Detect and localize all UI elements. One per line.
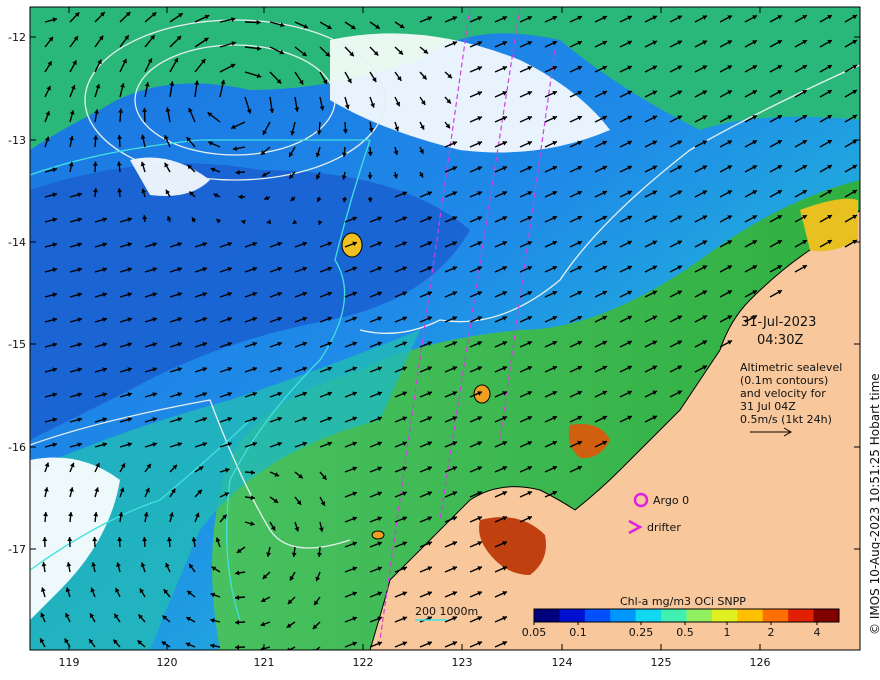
credit-text: © IMOS 10-Aug-2023 10:51:25 Hobart time: [868, 373, 880, 635]
colorbar-segment: [762, 609, 789, 622]
colorbar: [533, 608, 840, 623]
colorbar-segment: [534, 609, 560, 622]
legend-line-2: (0.1m contours): [740, 374, 828, 387]
colorbar-segment: [661, 609, 687, 622]
colorbar-tick-label: 0.25: [629, 626, 654, 639]
colorbar-segment: [813, 609, 840, 622]
colorbar-segment: [584, 609, 611, 622]
colorbar-tick-label: 4: [814, 626, 821, 639]
legend-line-3: and velocity for: [740, 387, 826, 400]
y-tick-label: -12: [8, 31, 26, 44]
y-tick-label: -14: [8, 236, 26, 249]
y-tick-label: -15: [8, 338, 26, 351]
x-tick-label: 119: [59, 656, 80, 669]
legend-line-5: 0.5m/s (1kt 24h): [740, 413, 832, 426]
x-tick-label: 126: [750, 656, 771, 669]
x-tick-label: 124: [552, 656, 573, 669]
colorbar-segment: [610, 609, 637, 622]
map-date: 31-Jul-2023: [741, 315, 816, 330]
legend-line-1: Altimetric sealevel: [740, 361, 842, 374]
drifter-label: drifter: [647, 521, 681, 534]
colorbar-segment: [686, 609, 713, 622]
colorbar-segment: [559, 609, 586, 622]
colorbar-segment: [711, 609, 738, 622]
colorbar-tick-label: 0.1: [569, 626, 587, 639]
colorbar-tick-label: 1: [724, 626, 731, 639]
y-tick-label: -13: [8, 134, 26, 147]
x-tick-label: 123: [452, 656, 473, 669]
x-tick-label: 120: [157, 656, 178, 669]
reef-island: [371, 530, 385, 540]
y-tick-label: -17: [8, 543, 26, 556]
ocean-chlorophyll-map: 119 120 121 122 123 124 125 126 -12-13-14-15-16…: [8, 6, 880, 669]
depth-legend-label: 200 1000m: [415, 605, 478, 618]
x-tick-label: 122: [353, 656, 374, 669]
x-tick-label: 121: [254, 656, 275, 669]
argo-label: Argo 0: [653, 494, 689, 507]
x-tick-label: 125: [651, 656, 672, 669]
colorbar-tick-label: 0.5: [676, 626, 694, 639]
colorbar-tick-label: 2: [768, 626, 775, 639]
colorbar-segment: [635, 609, 662, 622]
legend-line-4: 31 Jul 04Z: [740, 400, 796, 413]
map-time: 04:30Z: [757, 333, 803, 348]
colorbar-tick-label: 0.05: [522, 626, 547, 639]
colorbar-segment: [737, 609, 764, 622]
colorbar-segment: [788, 609, 815, 622]
colorbar-title: Chl-a mg/m3 OCi SNPP: [620, 595, 746, 608]
y-tick-label: -16: [8, 441, 26, 454]
